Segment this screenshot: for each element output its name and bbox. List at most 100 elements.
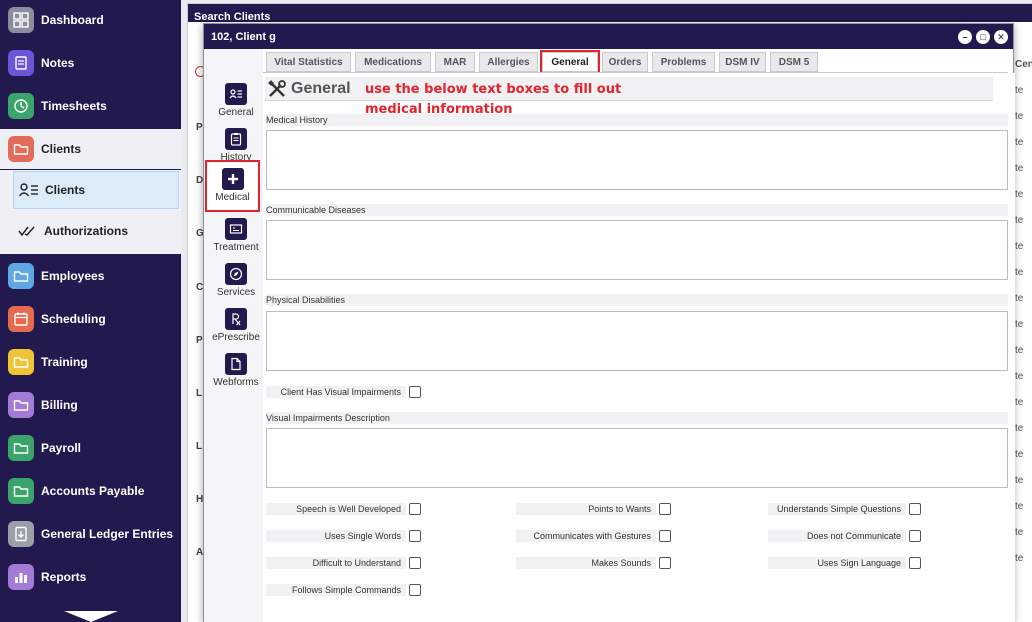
side-tab-services[interactable]: Services	[207, 261, 265, 307]
scroll-down-icon[interactable]	[64, 611, 118, 622]
communicable-diseases-input[interactable]	[266, 220, 1008, 280]
clipboard-icon	[225, 128, 247, 150]
checkbox-row: Does not Communicate	[768, 529, 921, 542]
nav-item-notes[interactable]: Notes	[0, 43, 181, 83]
table-cell: te	[1015, 319, 1024, 330]
checkbox-label: Follows Simple Commands	[266, 583, 406, 596]
tab-orders[interactable]: Orders	[602, 52, 648, 72]
checkbox-row: Speech is Well Developed	[266, 502, 421, 515]
double-check-icon	[18, 226, 35, 237]
nav-label: Employees	[41, 269, 105, 283]
side-tab-medical[interactable]: Medical	[205, 160, 260, 212]
sub-item-authorizations[interactable]: Authorizations	[13, 212, 179, 250]
plus-icon	[221, 168, 244, 190]
nav-item-reports[interactable]: Reports	[0, 557, 181, 597]
side-tab-eprescribe[interactable]: ePrescribe	[207, 306, 265, 352]
understands-simple-questions-checkbox[interactable]	[909, 502, 921, 515]
nav-label: General Ledger Entries	[41, 527, 174, 541]
checkbox-label: Uses Single Words	[266, 529, 406, 542]
nav-item-training[interactable]: Training	[0, 342, 181, 382]
checkbox-label: Communicates with Gestures	[516, 529, 656, 542]
close-button[interactable]: ✕	[994, 30, 1008, 44]
visual-impairments-desc-input[interactable]	[266, 428, 1008, 488]
table-cell: te	[1015, 423, 1024, 434]
checkbox-label: Speech is Well Developed	[266, 502, 406, 515]
side-tab-label: General	[218, 107, 254, 118]
tab-allergies[interactable]: Allergies	[479, 52, 538, 72]
filter-label: P	[196, 122, 203, 133]
notes-icon	[8, 50, 34, 76]
checkbox-row: Communicates with Gestures	[516, 529, 671, 542]
filter-label: L	[196, 388, 203, 399]
side-tab-general[interactable]: General	[207, 81, 265, 127]
communicates-with-gestures-checkbox[interactable]	[659, 529, 671, 542]
uses-single-words-checkbox[interactable]	[409, 529, 421, 542]
points-to-wants-checkbox[interactable]	[659, 502, 671, 515]
folder-icon	[8, 392, 34, 418]
rx-icon	[225, 308, 247, 330]
nav-item-scheduling[interactable]: Scheduling	[0, 299, 181, 339]
nav-label: Training	[41, 355, 88, 369]
does-not-communicate-checkbox[interactable]	[909, 529, 921, 542]
table-cell: te	[1015, 267, 1024, 278]
nav-item-employees[interactable]: Employees	[0, 256, 181, 296]
annotation-text: use the below text boxes to fill out	[365, 82, 622, 97]
uses-sign-language-checkbox[interactable]	[909, 556, 921, 569]
table-cell: te	[1015, 293, 1024, 304]
minimize-button[interactable]: –	[958, 30, 972, 44]
tab-problems[interactable]: Problems	[652, 52, 715, 72]
side-tab-treatment[interactable]: Treatment	[207, 216, 265, 262]
tab-general[interactable]: General	[540, 50, 600, 74]
checkbox-label: Does not Communicate	[768, 529, 906, 542]
checkbox-row: Difficult to Understand	[266, 556, 421, 569]
sub-item-clients[interactable]: Clients	[13, 171, 179, 209]
search-window-title: Search Clients	[188, 4, 1032, 23]
table-cell: te	[1015, 553, 1024, 564]
nav-label: Notes	[41, 56, 75, 70]
makes-sounds-checkbox[interactable]	[659, 556, 671, 569]
tab-dsm-5[interactable]: DSM 5	[770, 52, 818, 72]
difficult-to-understand-checkbox[interactable]	[409, 556, 421, 569]
visual-impairment-checkbox[interactable]	[409, 385, 421, 398]
medical-history-input[interactable]	[266, 130, 1008, 190]
nav-item-payroll[interactable]: Payroll	[0, 428, 181, 468]
side-tab-webforms[interactable]: Webforms	[207, 351, 265, 397]
folder-icon	[8, 263, 34, 289]
general-tab-content: General use the below text boxes to fill…	[263, 73, 1015, 622]
physical-disabilities-input[interactable]	[266, 311, 1008, 371]
side-tab-label: ePrescribe	[212, 332, 260, 343]
nav-item-dashboard[interactable]: Dashboard	[0, 0, 181, 40]
table-cell: te	[1015, 345, 1024, 356]
table-cell: te	[1015, 241, 1024, 252]
tab-vital-statistics[interactable]: Vital Statistics	[266, 52, 351, 72]
table-cell: te	[1015, 137, 1024, 148]
maximize-button[interactable]: □	[976, 30, 990, 44]
tab-mar[interactable]: MAR	[435, 52, 475, 72]
nav-item-billing[interactable]: Billing	[0, 385, 181, 425]
nav-label: Billing	[41, 398, 78, 412]
clock-icon	[8, 93, 34, 119]
nav-item-accounts-payable[interactable]: Accounts Payable	[0, 471, 181, 511]
follows-simple-commands-checkbox[interactable]	[409, 583, 421, 596]
checkbox-label: Uses Sign Language	[768, 556, 906, 569]
bar-chart-icon	[8, 564, 34, 590]
filter-label: L	[196, 441, 203, 452]
speech-well-developed-checkbox[interactable]	[409, 502, 421, 515]
tools-icon	[268, 79, 286, 97]
checkbox-row: Points to Wants	[516, 502, 671, 515]
tab-medications[interactable]: Medications	[355, 52, 431, 72]
tab-dsm-iv[interactable]: DSM IV	[719, 52, 766, 72]
checkbox-label: Client Has Visual Impairments	[266, 385, 406, 398]
table-cell: te	[1015, 215, 1024, 226]
checkbox-label: Difficult to Understand	[266, 556, 406, 569]
checkbox-label: Makes Sounds	[516, 556, 656, 569]
nav-item-general-ledger[interactable]: General Ledger Entries	[0, 514, 181, 554]
nav-item-clients[interactable]: Clients	[0, 129, 181, 169]
calendar-icon	[8, 306, 34, 332]
table-cell: te	[1015, 371, 1024, 382]
checkbox-row: Understands Simple Questions	[768, 502, 921, 515]
nav-item-timesheets[interactable]: Timesheets	[0, 86, 181, 126]
physical-disabilities-label: Physical Disabilities	[266, 294, 1008, 306]
table-cell: te	[1015, 449, 1024, 460]
checkbox-row: Uses Sign Language	[768, 556, 921, 569]
